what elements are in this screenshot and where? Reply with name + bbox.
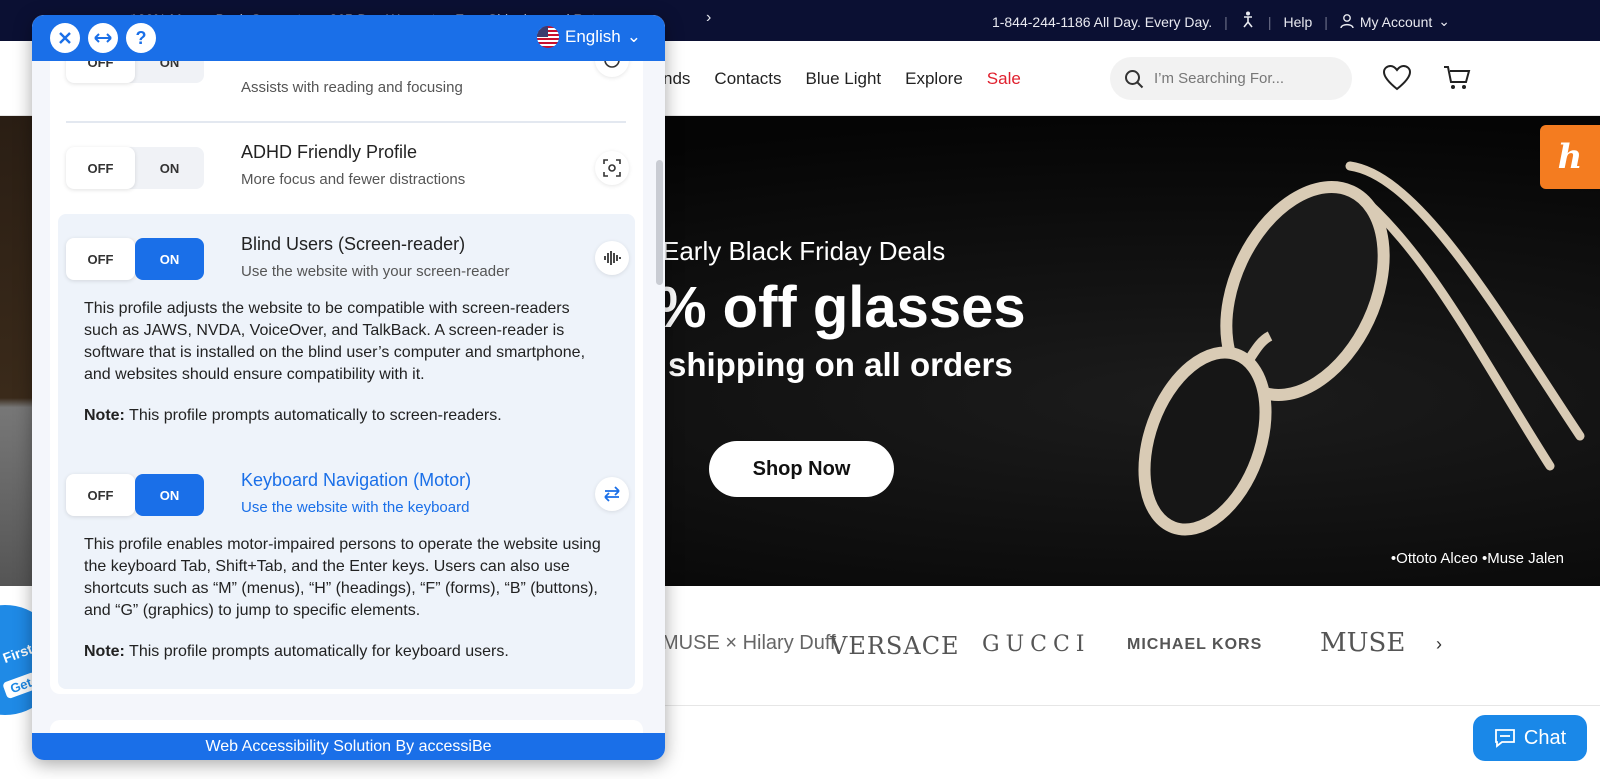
toggle-on[interactable]: ON [135,61,204,83]
brand-logo-muse-hilary-duff[interactable]: MUSE × Hilary Duff [662,632,836,655]
account-label: My Account [1359,13,1433,30]
profile-row-reading: OFF ON Assists with reading and focusing [50,61,643,123]
accessibility-icon[interactable] [1240,11,1256,32]
profile-explanation: This profile enables motor-impaired pers… [84,536,601,619]
profile-description: Use the website with your screen-reader [241,263,510,280]
note-label: Note: [84,407,125,424]
profile-explanation: This profile adjusts the website to be c… [84,300,586,383]
profile-note: Note: This profile prompts automatically… [84,643,604,661]
divider: | [1324,13,1328,30]
honey-extension-icon[interactable]: h [1540,125,1600,189]
panel-scrollbar[interactable] [656,160,663,285]
profile-row-keyboard-navigation: OFF ON Keyboard Navigation (Motor) Use t… [58,450,635,689]
language-selector[interactable]: English ⌄ [536,26,641,48]
toggle-off[interactable]: OFF [66,474,135,516]
toggle-off[interactable]: OFF [66,147,135,189]
account-menu[interactable]: My Account ⌄ [1340,13,1450,30]
user-icon [1340,14,1354,29]
phone-number[interactable]: 1-844-244-1186 All Day. Every Day. [992,14,1212,30]
search-icon [1125,69,1144,88]
chevron-right-icon[interactable]: › [1436,634,1442,655]
us-flag-icon [536,26,559,48]
sunglasses-image [1138,161,1585,536]
chevron-down-icon: ⌄ [626,27,641,46]
move-panel-icon[interactable] [88,23,118,53]
profile-title: ADHD Friendly Profile [241,142,418,162]
panel-header: ? English ⌄ [32,15,665,61]
divider: | [1224,13,1228,30]
panel-footer-link[interactable]: Web Accessibility Solution By accessiBe [32,733,665,760]
profile-row-blind-users: OFF ON Blind Users (Screen-reader) Use t… [58,214,635,450]
nav-link-brands[interactable]: nds [663,69,690,89]
profile-description: Assists with reading and focusing [241,79,463,96]
target-icon [595,61,629,77]
focus-icon [595,151,629,185]
hero-kicker: Early Black Friday Deals [662,236,946,266]
profile-description: More focus and fewer distractions [241,171,466,188]
brand-logo-muse[interactable]: MUSE [1320,628,1405,658]
nav-link-contacts[interactable]: Contacts [714,69,781,89]
brand-logo-gucci[interactable]: GUCCI [982,632,1090,657]
nav-links: nds Contacts Blue Light Explore Sale [663,69,1021,89]
sound-wave-icon [595,241,629,275]
chat-label: Chat [1523,726,1567,749]
profile-toggle[interactable]: OFF ON [66,147,204,189]
hero-headline: % off glasses [655,275,1026,340]
search-input[interactable] [1154,70,1334,87]
language-label: English [564,27,621,46]
chat-bubble-icon [1494,729,1515,748]
profile-toggle[interactable]: OFF ON [66,474,204,516]
profile-note: Note: This profile prompts automatically… [84,407,604,425]
profile-description: Use the website with the keyboard [241,499,470,516]
note-text: This profile prompts automatically to sc… [124,407,502,424]
note-label: Note: [84,643,125,660]
help-link[interactable]: Help [1283,14,1312,30]
chevron-down-icon: ⌄ [1438,13,1450,29]
close-icon[interactable] [50,23,80,53]
divider: | [1267,13,1272,30]
nav-link-blue-light[interactable]: Blue Light [806,69,882,89]
help-icon[interactable]: ? [126,23,156,53]
toggle-off[interactable]: OFF [66,238,135,280]
note-text: This profile prompts automatically for k… [124,643,509,660]
nav-link-explore[interactable]: Explore [905,69,963,89]
toggle-on[interactable]: ON [135,474,204,516]
heart-icon[interactable] [1383,65,1411,91]
profiles-list: OFF ON Assists with reading and focusing… [50,61,643,694]
profile-row-adhd: OFF ON ADHD Friendly Profile More focus … [50,123,643,213]
search-bar[interactable] [1110,57,1352,100]
profile-title: Blind Users (Screen-reader) [241,234,466,254]
profile-title: Keyboard Navigation (Motor) [241,470,472,490]
brand-logo-versace[interactable]: VERSACE [830,632,960,660]
toggle-on[interactable]: ON [135,147,204,189]
chat-button[interactable]: Chat [1473,715,1587,761]
profile-toggle[interactable]: OFF ON [66,61,204,83]
model-credit: •Ottoto Alceo •Muse Jalen [1390,550,1564,567]
topbar-utilities: 1-844-244-1186 All Day. Every Day. | | H… [992,11,1450,32]
nav-link-sale[interactable]: Sale [987,69,1021,89]
accessibility-panel: ? English ⌄ OFF ON Assists with reading … [32,15,665,760]
chevron-right-icon[interactable]: › [706,9,711,27]
toggle-off[interactable]: OFF [66,61,135,83]
profile-toggle[interactable]: OFF ON [66,238,204,280]
brand-logo-michael-kors[interactable]: MICHAEL KORS [1127,636,1262,654]
swap-arrows-icon [595,477,629,511]
cart-icon[interactable] [1443,65,1471,91]
toggle-on[interactable]: ON [135,238,204,280]
shop-now-button[interactable]: Shop Now [709,441,894,497]
hero-subline: shipping on all orders [668,346,1013,383]
